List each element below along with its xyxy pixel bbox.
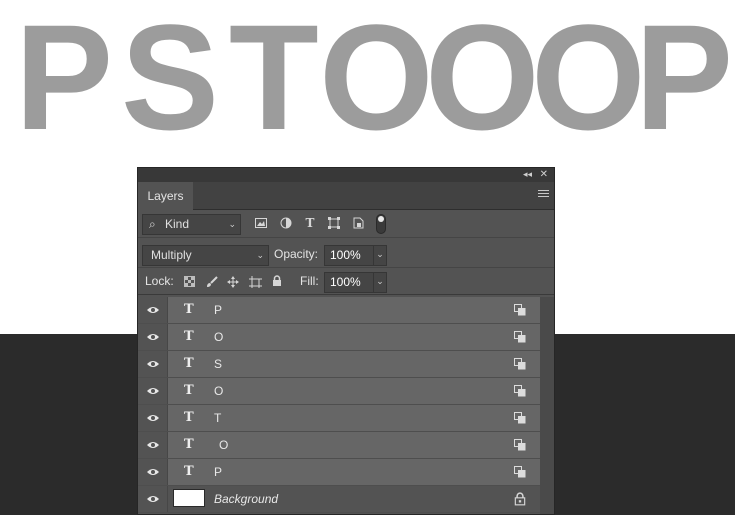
pixel-layer-filter-icon[interactable]: [253, 214, 269, 232]
visibility-toggle[interactable]: [138, 432, 168, 458]
layer-name[interactable]: O: [214, 378, 223, 405]
type-layer-icon: T: [184, 437, 194, 452]
layer-name[interactable]: S: [214, 351, 222, 378]
blend-mode-dropdown[interactable]: Multiply ⌄: [142, 245, 269, 266]
blend-mode-value: Multiply: [151, 248, 192, 262]
canvas-letter: S: [121, 0, 220, 161]
canvas-letter: P: [15, 0, 114, 161]
layer-style-icon[interactable]: [514, 439, 526, 451]
opacity-chevron-icon[interactable]: ⌄: [374, 245, 387, 266]
eye-icon: [147, 334, 159, 340]
visibility-toggle[interactable]: [138, 405, 168, 431]
filter-row: ⌕ Kind ⌄ T: [138, 211, 554, 238]
filter-kind-label: Kind: [165, 217, 190, 231]
lock-all-icon[interactable]: [269, 272, 285, 291]
layer-row[interactable]: T O: [138, 432, 540, 459]
eye-icon: [147, 415, 159, 421]
layer-style-icon[interactable]: [514, 358, 526, 370]
eye-icon: [147, 469, 159, 475]
opacity-label: Opacity:: [274, 247, 319, 261]
close-panel-icon[interactable]: ✕: [540, 168, 548, 182]
blend-row: Multiply ⌄ Opacity: 100% ⌄: [138, 241, 554, 268]
visibility-toggle[interactable]: [138, 459, 168, 485]
visibility-toggle[interactable]: [138, 486, 168, 512]
canvas-letter: T: [228, 0, 319, 161]
background-layer-row[interactable]: Background: [138, 486, 540, 513]
eye-icon: [147, 361, 159, 367]
type-layer-filter-icon[interactable]: T: [302, 214, 318, 232]
canvas-letter: P: [635, 0, 734, 161]
eye-icon: [147, 388, 159, 394]
lock-icon[interactable]: [514, 492, 526, 506]
layer-row[interactable]: T O: [138, 324, 540, 351]
type-layer-icon: T: [184, 302, 194, 317]
filter-toggle[interactable]: [376, 214, 386, 234]
layer-style-icon[interactable]: [514, 304, 526, 316]
layer-thumbnail[interactable]: [173, 489, 205, 507]
layers-list: T P T O T S T O T T T O T P Background: [138, 297, 554, 514]
layer-row[interactable]: T T: [138, 405, 540, 432]
lock-row: Lock: Fill: 100% ⌄: [138, 268, 554, 295]
opacity-input[interactable]: 100%: [324, 245, 374, 266]
layer-style-icon[interactable]: [514, 412, 526, 424]
fill-chevron-icon[interactable]: ⌄: [374, 272, 387, 293]
search-icon: ⌕: [149, 217, 156, 231]
layer-name[interactable]: O: [214, 324, 223, 351]
panel-tabbar: Layers: [138, 182, 554, 210]
layer-row[interactable]: T P: [138, 459, 540, 486]
layer-style-icon[interactable]: [514, 385, 526, 397]
lock-position-icon[interactable]: [225, 272, 241, 291]
chevron-down-icon: ⌄: [256, 250, 264, 260]
visibility-toggle[interactable]: [138, 378, 168, 404]
type-layer-icon: T: [184, 464, 194, 479]
type-layer-icon: T: [184, 383, 194, 398]
filter-kind-dropdown[interactable]: ⌕ Kind ⌄: [142, 214, 241, 235]
eye-icon: [147, 496, 159, 502]
visibility-toggle[interactable]: [138, 351, 168, 377]
eye-icon: [147, 442, 159, 448]
visibility-toggle[interactable]: [138, 324, 168, 350]
layer-name[interactable]: T: [214, 405, 221, 432]
smart-object-filter-icon[interactable]: [350, 214, 366, 232]
lock-label: Lock:: [145, 274, 174, 288]
type-layer-icon: T: [184, 410, 194, 425]
layers-panel: ◂◂ ✕ Layers ⌕ Kind ⌄ T Multiply ⌄ Opacit…: [137, 167, 555, 515]
layers-scrollbar[interactable]: [540, 297, 554, 514]
tab-layers[interactable]: Layers: [138, 182, 193, 210]
layer-row[interactable]: T S: [138, 351, 540, 378]
layer-name[interactable]: O: [219, 432, 228, 459]
layer-name[interactable]: Background: [214, 486, 278, 513]
lock-transparent-pixels-icon[interactable]: [181, 272, 197, 291]
fill-label: Fill:: [300, 274, 319, 288]
adjustment-layer-filter-icon[interactable]: [278, 214, 294, 232]
panel-topbar: ◂◂ ✕: [138, 168, 554, 182]
panel-menu-icon[interactable]: [538, 190, 549, 199]
layer-style-icon[interactable]: [514, 466, 526, 478]
layer-row[interactable]: T O: [138, 378, 540, 405]
shape-layer-filter-icon[interactable]: [326, 214, 342, 232]
canvas-letter: O: [319, 0, 434, 161]
eye-icon: [147, 307, 159, 313]
layer-name[interactable]: P: [214, 459, 222, 486]
chevron-down-icon: ⌄: [228, 219, 236, 229]
lock-artboard-icon[interactable]: [247, 272, 263, 291]
fill-input[interactable]: 100%: [324, 272, 374, 293]
lock-image-pixels-icon[interactable]: [204, 272, 220, 291]
canvas-letter: O: [531, 0, 646, 161]
layer-name[interactable]: P: [214, 297, 222, 324]
visibility-toggle[interactable]: [138, 297, 168, 323]
layer-style-icon[interactable]: [514, 331, 526, 343]
canvas-letter: O: [425, 0, 540, 161]
filter-toggle-knob: [378, 216, 384, 222]
type-layer-icon: T: [184, 356, 194, 371]
collapse-panel-icon[interactable]: ◂◂: [523, 168, 532, 182]
type-layer-icon: T: [184, 329, 194, 344]
layer-row[interactable]: T P: [138, 297, 540, 324]
